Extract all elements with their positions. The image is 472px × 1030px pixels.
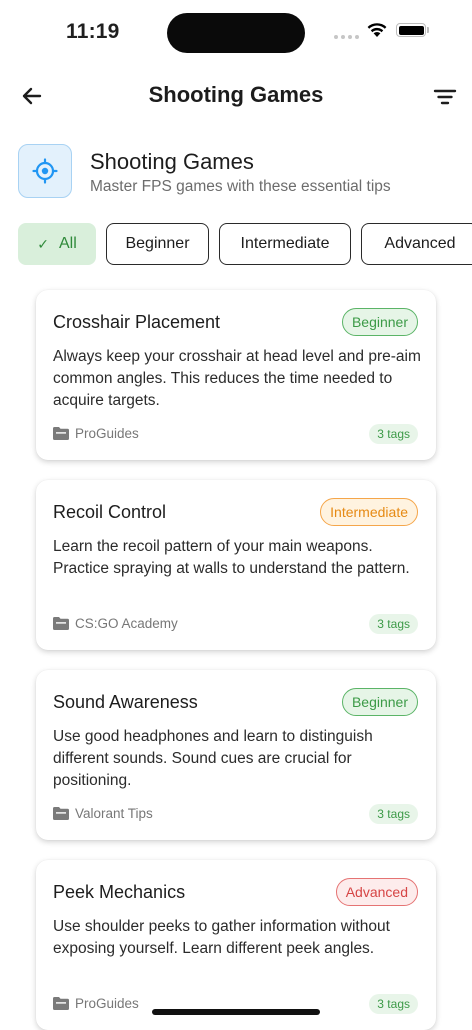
tip-title: Recoil Control xyxy=(53,502,167,522)
tip-card[interactable]: Sound Awareness Beginner Use good headph… xyxy=(36,670,436,840)
difficulty-badge: Intermediate xyxy=(320,498,418,526)
folder-icon xyxy=(53,997,69,1010)
tip-source: ProGuides xyxy=(53,426,139,441)
tip-title: Sound Awareness xyxy=(53,692,198,712)
page-title: Shooting Games xyxy=(148,82,324,107)
filter-list-icon[interactable] xyxy=(432,84,458,110)
category-subtitle: Master FPS games with these essential ti… xyxy=(90,178,391,195)
tip-description: Always keep your crosshair at head level… xyxy=(53,348,421,409)
tip-source-label: Valorant Tips xyxy=(75,806,153,821)
tags-count-badge: 3 tags xyxy=(369,804,418,824)
battery-icon xyxy=(396,23,426,37)
tip-source: Valorant Tips xyxy=(53,806,153,821)
tip-title: Crosshair Placement xyxy=(53,312,221,332)
tip-source: CS:GO Academy xyxy=(53,616,178,631)
tip-card[interactable]: Peek Mechanics Advanced Use shoulder pee… xyxy=(36,860,436,1030)
category-header: Shooting Games Master FPS games with the… xyxy=(18,144,458,200)
status-time: 11:19 xyxy=(66,20,120,43)
folder-icon xyxy=(53,617,69,630)
tip-description: Use good headphones and learn to disting… xyxy=(53,728,373,789)
tip-source-label: ProGuides xyxy=(75,996,139,1011)
difficulty-filter-chips: ✓ All Beginner Intermediate Advanced xyxy=(18,223,472,267)
tip-source: ProGuides xyxy=(53,996,139,1011)
tags-count-badge: 3 tags xyxy=(369,994,418,1014)
filter-chip-label: All xyxy=(58,235,77,252)
folder-icon xyxy=(53,807,69,820)
tags-count-badge: 3 tags xyxy=(369,614,418,634)
tip-source-label: ProGuides xyxy=(75,426,139,441)
filter-chip-label: Advanced xyxy=(384,235,456,252)
wifi-icon xyxy=(367,23,387,37)
tags-count-badge: 3 tags xyxy=(369,424,418,444)
tip-title: Peek Mechanics xyxy=(53,882,186,902)
status-bar: 11:19 xyxy=(0,0,472,64)
tip-source-label: CS:GO Academy xyxy=(75,616,178,631)
check-icon: ✓ xyxy=(37,235,49,252)
difficulty-badge: Beginner xyxy=(341,308,418,336)
filter-chip-beginner[interactable]: Beginner xyxy=(106,223,209,265)
home-indicator[interactable] xyxy=(152,1009,320,1015)
tip-card[interactable]: Crosshair Placement Beginner Always keep… xyxy=(36,290,436,460)
tip-card[interactable]: Recoil Control Intermediate Learn the re… xyxy=(36,480,436,650)
app-bar: Shooting Games xyxy=(0,70,472,122)
difficulty-badge: Advanced xyxy=(335,878,418,906)
battery-tip xyxy=(427,27,429,33)
cellular-signal-icon xyxy=(334,35,359,39)
category-icon-box xyxy=(18,144,72,198)
filter-chip-label: Intermediate xyxy=(240,235,330,252)
difficulty-badge: Beginner xyxy=(341,688,418,716)
folder-icon xyxy=(53,427,69,440)
filter-chip-all[interactable]: ✓ All xyxy=(18,223,96,265)
filter-chip-advanced[interactable]: Advanced xyxy=(361,223,472,265)
filter-chip-intermediate[interactable]: Intermediate xyxy=(219,223,351,265)
filter-chip-label: Beginner xyxy=(125,235,190,252)
crosshair-icon xyxy=(32,158,58,184)
category-title: Shooting Games xyxy=(90,149,254,174)
tip-description: Use shoulder peeks to gather information… xyxy=(53,918,390,957)
dynamic-island xyxy=(167,13,305,53)
tip-description: Learn the recoil pattern of your main we… xyxy=(53,538,410,577)
